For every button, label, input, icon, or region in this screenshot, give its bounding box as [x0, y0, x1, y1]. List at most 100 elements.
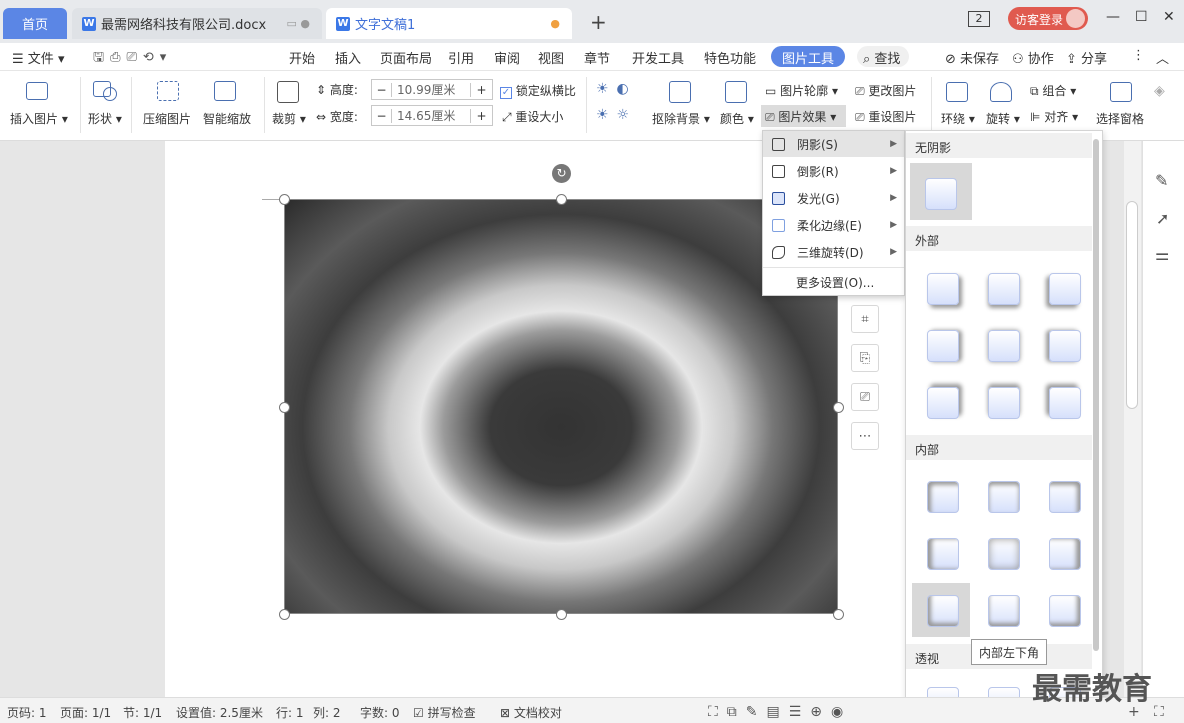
close-button[interactable]: ✕ — [1163, 9, 1175, 25]
tab-document-2[interactable]: W 文字文稿1 ● — [326, 8, 572, 39]
menu-item-shadow[interactable]: 阴影(S) ▶ — [763, 131, 904, 157]
menu-item-reflection[interactable]: 倒影(R) ▶ — [763, 158, 904, 184]
document-scrollbar[interactable] — [1124, 141, 1141, 697]
height-stepper[interactable]: − 10.99厘米 + — [371, 79, 493, 100]
minimize-button[interactable]: — — [1106, 9, 1120, 25]
more-float-button[interactable]: ⋯ — [851, 422, 879, 450]
width-stepper[interactable]: − 14.65厘米 + — [371, 105, 493, 126]
shadow-swatch-inner-bottom-left[interactable] — [927, 595, 959, 627]
unsaved-status[interactable]: ⊘ 未保存 — [945, 48, 999, 67]
width-input[interactable]: 14.65厘米 — [392, 107, 470, 124]
panel-scrollbar[interactable] — [1093, 139, 1099, 651]
width-decrease-button[interactable]: − — [372, 108, 392, 123]
shadow-swatch[interactable] — [988, 387, 1020, 419]
maximize-button[interactable]: ☐ — [1135, 9, 1148, 25]
group-button[interactable]: ⧉ 组合 ▾ — [1030, 82, 1076, 99]
resize-handle[interactable] — [279, 609, 290, 620]
tab-home[interactable]: 首页 — [3, 8, 67, 39]
menu-start[interactable]: 开始 — [289, 48, 315, 67]
picture-float-button[interactable]: ⎚ — [851, 383, 879, 411]
smart-zoom-button[interactable]: 智能缩放 — [203, 110, 251, 127]
guest-login-button[interactable]: 访客登录 — [1008, 7, 1088, 30]
menu-view[interactable]: 视图 — [538, 48, 564, 67]
shadow-swatch[interactable] — [1049, 273, 1081, 305]
resize-handle[interactable] — [279, 194, 290, 205]
new-tab-button[interactable]: + — [590, 10, 607, 34]
pages-status[interactable]: 页面: 1/1 — [60, 704, 111, 721]
pointer-icon[interactable]: ➚ — [1156, 209, 1169, 228]
layer-icon[interactable]: ◈ — [1154, 83, 1165, 99]
menu-chapter[interactable]: 章节 — [584, 48, 610, 67]
height-increase-button[interactable]: + — [470, 82, 492, 97]
menu-item-glow[interactable]: 发光(G) ▶ — [763, 185, 904, 211]
align-button[interactable]: ⊫ 对齐 ▾ — [1030, 108, 1078, 125]
brightness-contrast-icons-2[interactable]: ☀☼ — [596, 107, 637, 123]
shadow-swatch[interactable] — [1049, 595, 1081, 627]
share-button[interactable]: ⇪ 分享 — [1066, 48, 1107, 67]
menu-item-3d-rotation[interactable]: 三维旋转(D) ▶ — [763, 239, 904, 265]
resize-handle[interactable] — [556, 609, 567, 620]
crop-float-button[interactable]: ⌗ — [851, 305, 879, 333]
height-input[interactable]: 10.99厘米 — [392, 81, 470, 98]
shadow-swatch[interactable] — [927, 387, 959, 419]
sliders-icon[interactable]: ⚌ — [1155, 245, 1169, 264]
setting-status[interactable]: 设置值: 2.5厘米 — [176, 704, 263, 721]
row-status[interactable]: 行: 1 — [276, 704, 304, 721]
color-button[interactable]: 颜色 ▾ — [720, 110, 754, 127]
quick-access-icons[interactable]: 🖫⎙⎚⟲▾ — [93, 48, 172, 70]
spell-check-button[interactable]: ☑ 拼写检查 — [413, 704, 476, 721]
collapse-ribbon-icon[interactable]: ︿ — [1156, 48, 1169, 67]
page-count-badge[interactable]: 2 — [968, 11, 990, 27]
collab-button[interactable]: ⚇ 协作 — [1012, 48, 1054, 67]
menu-special[interactable]: 特色功能 — [704, 48, 756, 67]
tab-close-icon[interactable]: ▭ ● — [287, 17, 311, 30]
resize-handle[interactable] — [279, 402, 290, 413]
resize-handle[interactable] — [833, 609, 844, 620]
reset-size-button[interactable]: ⤢ 重设大小 — [502, 108, 563, 125]
shadow-swatch[interactable] — [988, 273, 1020, 305]
tab-document-1[interactable]: W 最需网络科技有限公司.docx ▭ ● — [72, 8, 322, 39]
menu-reference[interactable]: 引用 — [448, 48, 474, 67]
shadow-swatch[interactable] — [927, 481, 959, 513]
shadow-swatch[interactable] — [927, 273, 959, 305]
menu-dev-tools[interactable]: 开发工具 — [632, 48, 684, 67]
fit-window-icon[interactable]: ⛶ — [1154, 704, 1164, 720]
column-status[interactable]: 列: 2 — [313, 704, 341, 721]
more-menu-icon[interactable]: ⋮ — [1132, 48, 1145, 63]
shadow-swatch[interactable] — [988, 595, 1020, 627]
word-count-status[interactable]: 字数: 0 — [360, 704, 400, 721]
select-pane-button[interactable]: 选择窗格 — [1096, 110, 1144, 127]
menu-insert[interactable]: 插入 — [335, 48, 361, 67]
section-status[interactable]: 节: 1/1 — [123, 704, 162, 721]
width-increase-button[interactable]: + — [470, 108, 492, 123]
scrollbar-thumb[interactable] — [1126, 201, 1138, 409]
picture-outline-button[interactable]: ▭ 图片轮廓 ▾ — [765, 82, 838, 99]
shadow-swatch[interactable] — [927, 538, 959, 570]
shadow-swatch[interactable] — [988, 481, 1020, 513]
brightness-contrast-icons[interactable]: ☀◐ — [596, 81, 637, 97]
shadow-swatch[interactable] — [1049, 330, 1081, 362]
page-number-status[interactable]: 页码: 1 — [7, 704, 47, 721]
menu-review[interactable]: 审阅 — [494, 48, 520, 67]
proofread-button[interactable]: ⊠ 文档校对 — [500, 704, 562, 721]
shape-button[interactable]: 形状 ▾ — [88, 110, 122, 127]
file-menu[interactable]: ☰ 文件 ▾ — [12, 48, 64, 67]
shadow-swatch-none[interactable] — [925, 178, 957, 210]
picture-effects-button[interactable]: ⎚ 图片效果 ▾ — [761, 105, 846, 127]
height-decrease-button[interactable]: − — [372, 82, 392, 97]
crop-button[interactable]: 裁剪 ▾ — [272, 110, 306, 127]
menu-item-more-settings[interactable]: 更多设置(O)... — [763, 269, 904, 295]
remove-background-button[interactable]: 抠除背景 ▾ — [652, 110, 710, 127]
shadow-swatch[interactable] — [1049, 387, 1081, 419]
menu-item-soft-edges[interactable]: 柔化边缘(E) ▶ — [763, 212, 904, 238]
shadow-swatch[interactable] — [988, 330, 1020, 362]
shadow-swatch[interactable] — [1049, 481, 1081, 513]
menu-page-layout[interactable]: 页面布局 — [380, 48, 432, 67]
change-picture-button[interactable]: ⎚ 更改图片 — [855, 82, 916, 99]
shadow-swatch[interactable] — [927, 330, 959, 362]
shadow-swatch[interactable] — [988, 538, 1020, 570]
search-button[interactable]: ⌕ 查找 — [857, 46, 909, 67]
pen-icon[interactable]: ✎ — [1155, 171, 1168, 190]
compress-picture-button[interactable]: 压缩图片 — [143, 110, 191, 127]
wrap-button[interactable]: 环绕 ▾ — [941, 110, 975, 127]
